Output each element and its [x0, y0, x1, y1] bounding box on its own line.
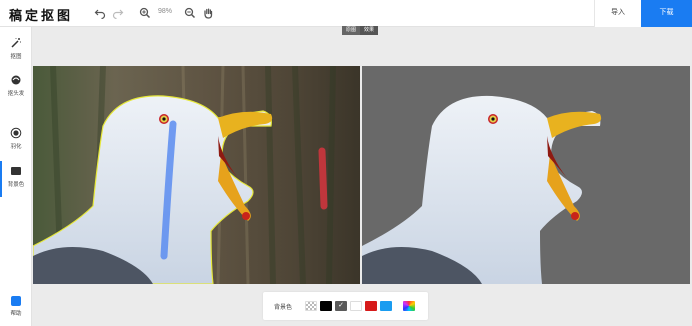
import-button[interactable]: 导入	[594, 0, 641, 27]
swatch-black[interactable]	[320, 301, 332, 311]
help-button[interactable]: 帮助	[0, 296, 32, 317]
hand-icon[interactable]	[202, 7, 214, 19]
swatch-red[interactable]	[365, 301, 377, 311]
sidebar-item-label: 抠图	[10, 54, 22, 60]
bg-color-label: 背景色	[274, 305, 293, 311]
download-button[interactable]: 下载	[641, 0, 692, 27]
zoom-in-icon[interactable]	[139, 7, 151, 19]
top-toolbar: 稿定抠图 98% 导入 下载	[0, 0, 692, 27]
tab-result[interactable]: 效果	[360, 26, 379, 35]
app-logo: 稿定抠图	[9, 9, 74, 24]
background-color-bar: 背景色 ✓	[263, 292, 428, 320]
swatch-white[interactable]	[350, 301, 362, 311]
left-sidebar: 抠图 抠头发 羽化 背景色	[0, 27, 32, 326]
sidebar-item-label: 背景色	[7, 182, 25, 188]
view-toggle: 原图 效果	[342, 26, 379, 35]
sidebar-item-cutout[interactable]: 抠图	[0, 37, 32, 65]
zoom-out-icon[interactable]	[184, 7, 196, 19]
background-icon	[10, 165, 22, 177]
sidebar-item-hair[interactable]: 抠头发	[0, 74, 32, 102]
result-image-panel[interactable]	[362, 66, 690, 284]
zoom-level: 98%	[158, 8, 173, 15]
sidebar-item-label: 羽化	[10, 144, 22, 150]
hair-icon	[10, 74, 22, 86]
sidebar-item-background[interactable]: 背景色	[0, 161, 32, 197]
original-image-panel[interactable]	[33, 66, 360, 284]
swatch-custom-color[interactable]	[403, 301, 415, 311]
undo-icon[interactable]	[94, 7, 106, 19]
swatch-gray-selected[interactable]: ✓	[335, 301, 347, 311]
tab-original[interactable]: 原图	[342, 26, 361, 35]
swatch-blue[interactable]	[380, 301, 392, 311]
redo-icon[interactable]	[112, 7, 124, 19]
swatch-transparent[interactable]	[305, 301, 317, 311]
help-icon	[11, 296, 21, 306]
sidebar-item-feather[interactable]: 羽化	[0, 127, 32, 155]
feather-icon	[10, 127, 22, 139]
help-label: 帮助	[10, 311, 22, 317]
magic-wand-icon	[10, 37, 22, 49]
sidebar-item-label: 抠头发	[7, 91, 25, 97]
